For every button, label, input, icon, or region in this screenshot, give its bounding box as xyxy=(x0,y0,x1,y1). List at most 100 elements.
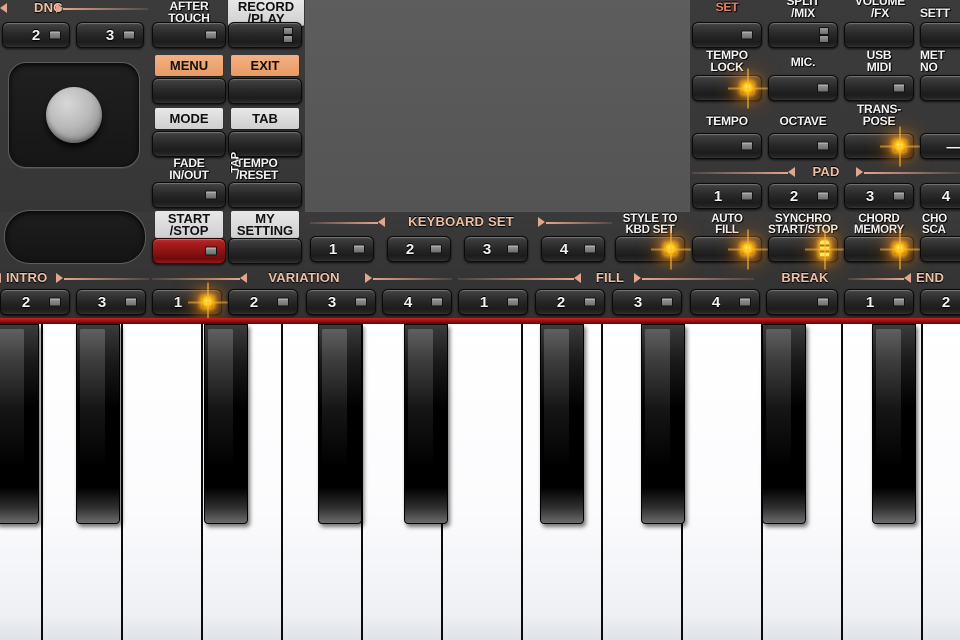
dnc-button-2-led xyxy=(49,30,61,40)
variation-button-4-led xyxy=(431,297,443,307)
keyboard-set-rail-label: KEYBOARD SET xyxy=(408,214,514,229)
chord-memory-led xyxy=(894,243,905,255)
transpose-button[interactable] xyxy=(844,133,914,159)
joystick-knob[interactable] xyxy=(46,87,102,143)
mode-plate: MODE xyxy=(155,108,223,129)
exit-plate: EXIT xyxy=(231,55,299,76)
fill-button-1[interactable]: 1 xyxy=(458,289,528,315)
chord-memory-button[interactable] xyxy=(844,236,914,262)
after-touch-led xyxy=(205,30,217,40)
dnc-rail: DNC xyxy=(0,0,150,16)
dnc-button-3-led xyxy=(123,30,135,40)
lcd-display[interactable] xyxy=(305,0,690,212)
auto-fill-button[interactable] xyxy=(692,236,762,262)
synchro-start-stop-led xyxy=(820,240,829,258)
black-key[interactable] xyxy=(404,324,448,524)
usb-midi-button[interactable] xyxy=(844,75,914,101)
tempo-lock-button[interactable] xyxy=(692,75,762,101)
variation-button-2-led xyxy=(277,297,289,307)
record-play-button[interactable] xyxy=(228,22,302,48)
mic-led xyxy=(817,83,829,93)
pad-rail: PAD xyxy=(692,164,960,180)
pad-button-2[interactable]: 2 xyxy=(768,183,838,209)
black-key[interactable] xyxy=(540,324,584,524)
variation-button-2[interactable]: 2 xyxy=(228,289,298,315)
split-mix-button[interactable] xyxy=(768,22,838,48)
intro-button-3[interactable]: 3 xyxy=(76,289,146,315)
pad-button-1[interactable]: 1 xyxy=(692,183,762,209)
pad-button-4[interactable]: 4 xyxy=(920,183,960,209)
mode-button[interactable] xyxy=(152,131,226,157)
ribbon-slot[interactable] xyxy=(4,210,146,264)
black-key[interactable] xyxy=(204,324,248,524)
set-led xyxy=(741,30,753,40)
my-setting-plate: MY SETTING xyxy=(231,211,299,238)
ending-button-2[interactable]: 2 xyxy=(920,289,960,315)
menu-button[interactable] xyxy=(152,78,226,104)
white-key[interactable] xyxy=(922,324,960,640)
fade-in-out-button[interactable] xyxy=(152,182,226,208)
metronome-button[interactable] xyxy=(920,75,960,101)
ending-button-1[interactable]: 1 xyxy=(844,289,914,315)
transpose-led xyxy=(894,140,905,152)
piano-keybed[interactable] xyxy=(0,318,960,640)
pad-rail-label: PAD xyxy=(812,164,840,179)
pad-button-3[interactable]: 3 xyxy=(844,183,914,209)
transpose-down-glyph: — xyxy=(921,138,960,155)
black-key[interactable] xyxy=(641,324,685,524)
break-button[interactable] xyxy=(766,289,838,315)
keyboard-set-button-2[interactable]: 2 xyxy=(387,236,451,262)
fill-button-1-led xyxy=(507,297,519,307)
fill-button-3-led xyxy=(661,297,673,307)
fill-button-4[interactable]: 4 xyxy=(690,289,760,315)
dnc-button-2[interactable]: 2 xyxy=(2,22,70,48)
after-touch-button[interactable] xyxy=(152,22,226,48)
tab-button[interactable] xyxy=(228,131,302,157)
intro-button-2-led xyxy=(49,297,61,307)
pad-button-3-led xyxy=(893,191,905,201)
octave-button[interactable] xyxy=(768,133,838,159)
intro-rail: INTRO xyxy=(0,270,149,286)
octave-led xyxy=(817,141,829,151)
joystick-well[interactable] xyxy=(8,62,140,168)
white-key[interactable] xyxy=(122,324,202,640)
mic-button[interactable] xyxy=(768,75,838,101)
fill-button-3[interactable]: 3 xyxy=(612,289,682,315)
transpose-down-button[interactable]: — xyxy=(920,133,960,159)
pad-button-1-led xyxy=(741,191,753,201)
keyboard-set-button-4[interactable]: 4 xyxy=(541,236,605,262)
black-key[interactable] xyxy=(762,324,806,524)
black-key[interactable] xyxy=(76,324,120,524)
black-key[interactable] xyxy=(872,324,916,524)
white-key[interactable] xyxy=(682,324,762,640)
exit-button[interactable] xyxy=(228,78,302,104)
black-key[interactable] xyxy=(0,324,39,524)
my-setting-button[interactable] xyxy=(228,238,302,264)
volume-fx-button[interactable] xyxy=(844,22,914,48)
keyboard-set-button-1[interactable]: 1 xyxy=(310,236,374,262)
ending-rail-label: END xyxy=(916,270,945,285)
keyboard-set-rail: KEYBOARD SET xyxy=(310,214,612,230)
intro-button-2[interactable]: 2 xyxy=(0,289,70,315)
tempo-button[interactable] xyxy=(692,133,762,159)
dnc-button-3[interactable]: 3 xyxy=(76,22,144,48)
variation-button-3[interactable]: 3 xyxy=(306,289,376,315)
chord-scan-button[interactable] xyxy=(920,236,960,262)
tap-tempo-reset-button[interactable] xyxy=(228,182,302,208)
keyboard-set-button-4-led xyxy=(584,244,596,254)
tempo-led xyxy=(741,141,753,151)
start-stop-button[interactable] xyxy=(152,238,226,264)
style-to-kbd-set-button[interactable] xyxy=(615,236,685,262)
variation-button-1-led xyxy=(202,296,213,308)
white-key[interactable] xyxy=(442,324,522,640)
split-mix-led xyxy=(819,27,829,43)
synchro-start-stop-button[interactable] xyxy=(768,236,838,262)
set-button[interactable] xyxy=(692,22,762,48)
variation-button-4[interactable]: 4 xyxy=(382,289,452,315)
settings-button[interactable] xyxy=(920,22,960,48)
keyboard-set-button-3[interactable]: 3 xyxy=(464,236,528,262)
fill-button-2[interactable]: 2 xyxy=(535,289,605,315)
start-stop-plate: START /STOP xyxy=(155,211,223,238)
black-key[interactable] xyxy=(318,324,362,524)
variation-button-1[interactable]: 1 xyxy=(152,289,222,315)
